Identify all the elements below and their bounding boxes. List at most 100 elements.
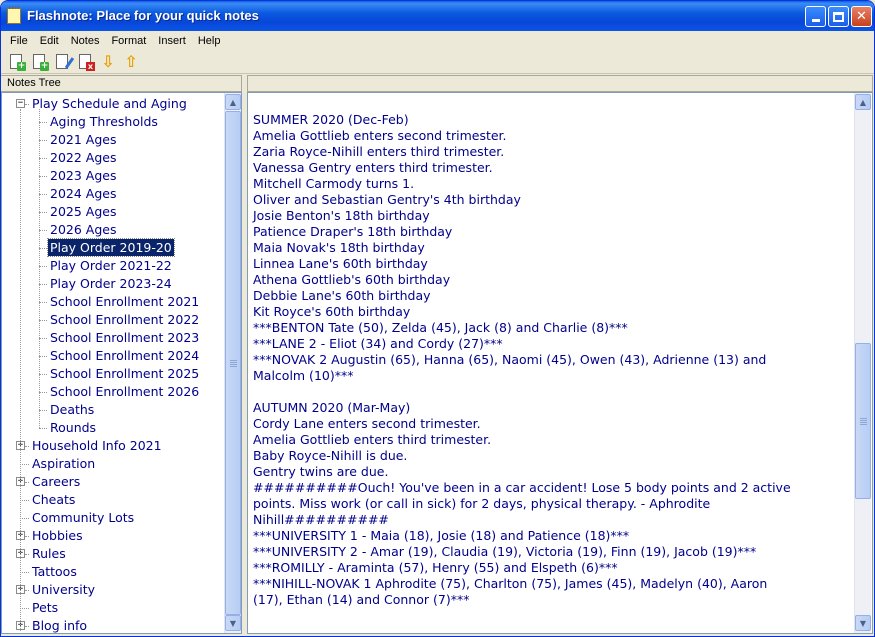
- tree-item[interactable]: Aging Thresholds: [2, 113, 224, 131]
- tree-item-label: School Enrollment 2021: [50, 294, 200, 309]
- tree-item[interactable]: School Enrollment 2025: [2, 365, 224, 383]
- tree-item[interactable]: + University: [2, 581, 224, 599]
- editor-scroll-thumb[interactable]: [855, 343, 871, 499]
- tree-item[interactable]: School Enrollment 2022: [2, 311, 224, 329]
- tree-item-label: 2021 Ages: [50, 132, 117, 147]
- tree-item-label: Pets: [32, 600, 59, 615]
- window-title: Flashnote: Place for your quick notes: [27, 8, 259, 23]
- editor-scroll-up-button[interactable]: ▲: [855, 94, 871, 110]
- tree-item-label: Play Schedule and Aging: [32, 96, 187, 111]
- tree-item[interactable]: School Enrollment 2023: [2, 329, 224, 347]
- tree-item[interactable]: Aspiration: [2, 455, 224, 473]
- note-editor[interactable]: SUMMER 2020 (Dec-Feb) Amelia Gottlieb ent…: [247, 92, 873, 634]
- tree-item-label: School Enrollment 2026: [50, 384, 200, 399]
- tree-item[interactable]: Deaths: [2, 401, 224, 419]
- close-button[interactable]: ✕: [851, 6, 872, 27]
- maximize-icon: [833, 11, 844, 22]
- delete-note-button[interactable]: x: [75, 52, 95, 72]
- tree-item[interactable]: + Rules: [2, 545, 224, 563]
- tree-item-label: Deaths: [50, 402, 95, 417]
- tree-item[interactable]: 2023 Ages: [2, 167, 224, 185]
- tree-item-label: School Enrollment 2025: [50, 366, 200, 381]
- note-line: Cordy Lane enters second trimester.: [253, 416, 481, 431]
- note-line: Baby Royce-Nihill is due.: [253, 448, 408, 463]
- menu-file[interactable]: File: [4, 35, 34, 47]
- note-line: Patience Draper's 18th birthday: [253, 224, 453, 239]
- edit-note-icon: [56, 54, 75, 69]
- note-line: SUMMER 2020 (Dec-Feb): [253, 112, 409, 127]
- note-line: Josie Benton's 18th birthday: [253, 208, 430, 223]
- new-subnote-button[interactable]: +: [29, 52, 49, 72]
- menu-help[interactable]: Help: [192, 35, 227, 47]
- note-line: Maia Novak's 18th birthday: [253, 240, 425, 255]
- note-line: ***UNIVERSITY 2 - Amar (19), Claudia (19…: [253, 544, 757, 559]
- tree-item-label: Hobbies: [32, 528, 83, 543]
- tree-item[interactable]: + Household Info 2021: [2, 437, 224, 455]
- tree-item-label: Play Order 2023-24: [50, 276, 172, 291]
- tree-item[interactable]: Pets: [2, 599, 224, 617]
- tree-item-label: 2023 Ages: [50, 168, 117, 183]
- tree-item[interactable]: School Enrollment 2021: [2, 293, 224, 311]
- minimize-button[interactable]: [805, 6, 826, 27]
- maximize-button[interactable]: [828, 6, 849, 27]
- tree-item-label: Household Info 2021: [32, 438, 162, 453]
- tree-item[interactable]: Community Lots: [2, 509, 224, 527]
- tree-scrollbar[interactable]: ▲ ▼: [224, 93, 241, 633]
- tree-scroll-down-button[interactable]: ▼: [225, 615, 241, 631]
- tree-item[interactable]: 2022 Ages: [2, 149, 224, 167]
- note-line: ***UNIVERSITY 1 - Maia (18), Josie (18) …: [253, 528, 630, 543]
- tree-scroll-thumb[interactable]: [225, 111, 241, 615]
- tree-list: − Play Schedule and Aging Aging Thresholds…: [2, 95, 224, 633]
- edit-note-button[interactable]: [52, 52, 75, 72]
- note-line: Mitchell Carmody turns 1.: [253, 176, 415, 191]
- tree-item[interactable]: Play Order 2021-22: [2, 257, 224, 275]
- menu-edit[interactable]: Edit: [34, 35, 65, 47]
- notes-tree[interactable]: − Play Schedule and Aging Aging Thresholds…: [1, 92, 242, 634]
- editor-scrollbar[interactable]: ▲ ▼: [854, 93, 871, 633]
- tree-item[interactable]: Play Order 2023-24: [2, 275, 224, 293]
- tree-item[interactable]: + Careers: [2, 473, 224, 491]
- tree-item[interactable]: − Play Schedule and Aging: [2, 95, 224, 113]
- collapse-icon[interactable]: −: [16, 99, 25, 108]
- tree-item-label: Rounds: [50, 420, 97, 435]
- tree-item[interactable]: 2024 Ages: [2, 185, 224, 203]
- note-line: ***ROMILLY - Araminta (57), Henry (55) a…: [253, 560, 618, 575]
- menu-bar: File Edit Notes Format Insert Help: [1, 31, 874, 50]
- tree-item[interactable]: 2025 Ages: [2, 203, 224, 221]
- tree-item-label: Play Order 2019-20: [47, 238, 175, 257]
- close-icon: ✕: [856, 9, 867, 24]
- tree-item-label: Play Order 2021-22: [50, 258, 172, 273]
- note-line: Debbie Lane's 60th birthday: [253, 288, 431, 303]
- new-note-button[interactable]: +: [6, 52, 26, 72]
- tree-item-label: 2026 Ages: [50, 222, 117, 237]
- note-line: Zaria Royce-Nihill enters third trimeste…: [253, 144, 505, 159]
- menu-notes[interactable]: Notes: [65, 35, 106, 47]
- tree-item[interactable]: School Enrollment 2024: [2, 347, 224, 365]
- tree-item[interactable]: Play Order 2019-20: [2, 238, 224, 257]
- notepad-icon: [7, 6, 21, 24]
- menu-format[interactable]: Format: [105, 35, 152, 47]
- menu-insert[interactable]: Insert: [152, 35, 192, 47]
- tree-item[interactable]: Tattoos: [2, 563, 224, 581]
- notes-tree-header: Notes Tree: [1, 75, 242, 92]
- delete-note-icon: x: [79, 54, 95, 71]
- tree-item-label: School Enrollment 2023: [50, 330, 200, 345]
- move-up-button[interactable]: ⇧: [121, 52, 141, 72]
- tree-item-label: 2022 Ages: [50, 150, 117, 165]
- editor-scroll-down-button[interactable]: ▼: [855, 615, 871, 631]
- tree-item[interactable]: 2026 Ages: [2, 221, 224, 239]
- note-content[interactable]: SUMMER 2020 (Dec-Feb) Amelia Gottlieb ent…: [253, 112, 838, 608]
- note-line: ***LANE 2 - Eliot (34) and Cordy (27)***: [253, 336, 503, 351]
- move-down-button[interactable]: ⇩: [98, 52, 118, 72]
- tree-item[interactable]: 2021 Ages: [2, 131, 224, 149]
- tree-item[interactable]: School Enrollment 2026: [2, 383, 224, 401]
- tree-item[interactable]: Rounds: [2, 419, 224, 437]
- tree-scroll-up-button[interactable]: ▲: [225, 94, 241, 110]
- tree-item[interactable]: + Blog info: [2, 617, 224, 633]
- tree-item-label: Aging Thresholds: [50, 114, 158, 129]
- tree-item-label: Rules: [32, 546, 66, 561]
- tree-item[interactable]: + Hobbies: [2, 527, 224, 545]
- new-subnote-icon: +: [33, 54, 49, 71]
- title-bar[interactable]: Flashnote: Place for your quick notes ✕: [1, 1, 874, 31]
- tree-item[interactable]: Cheats: [2, 491, 224, 509]
